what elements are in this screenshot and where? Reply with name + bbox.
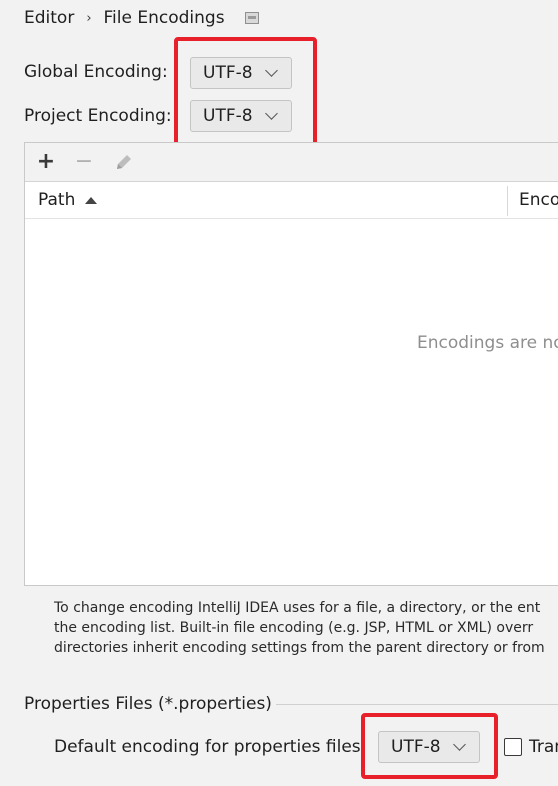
chevron-down-icon <box>264 107 278 120</box>
chevron-down-icon <box>452 738 466 751</box>
chevron-down-icon <box>264 64 278 77</box>
properties-encoding-dropdown[interactable]: UTF-8 <box>378 731 480 763</box>
breadcrumb-file-encodings: File Encodings <box>103 8 225 28</box>
encoding-description: To change encoding IntelliJ IDEA uses fo… <box>54 598 545 658</box>
table-header: Path Enco <box>25 182 558 219</box>
column-header-path[interactable]: Path <box>38 182 98 218</box>
section-divider <box>276 704 558 705</box>
column-header-encoding-label: Enco <box>519 190 558 210</box>
project-level-icon <box>244 12 259 24</box>
breadcrumb: Editor › File Encodings <box>24 6 259 30</box>
description-line: To change encoding IntelliJ IDEA uses fo… <box>54 600 541 616</box>
breadcrumb-separator-icon: › <box>86 10 92 26</box>
column-header-path-label: Path <box>38 190 76 210</box>
add-icon[interactable]: + <box>33 149 59 175</box>
global-encoding-label: Global Encoding: <box>24 62 168 82</box>
description-line: the encoding list. Built-in file encodin… <box>54 620 534 636</box>
table-toolbar: + − <box>25 143 558 182</box>
encodings-table-panel: + − Path Enco Encodings are no <box>24 142 558 586</box>
transparent-native-ascii-label[interactable]: Tran <box>529 737 558 757</box>
global-encoding-dropdown[interactable]: UTF-8 <box>190 57 292 89</box>
file-encodings-settings-page: Editor › File Encodings Global Encoding:… <box>0 0 558 786</box>
properties-encoding-value: UTF-8 <box>391 737 441 757</box>
pencil-icon[interactable] <box>111 149 137 175</box>
column-divider[interactable] <box>507 186 508 216</box>
column-header-encoding[interactable]: Enco <box>519 182 558 218</box>
remove-icon[interactable]: − <box>71 149 97 175</box>
properties-section-title: Properties Files (*.properties) <box>24 694 272 714</box>
properties-default-encoding-label: Default encoding for properties files: <box>54 737 367 757</box>
highlight-box-encodings <box>174 37 317 152</box>
transparent-native-ascii-checkbox[interactable] <box>504 738 522 756</box>
table-empty-text: Encodings are no <box>417 333 558 353</box>
project-encoding-dropdown[interactable]: UTF-8 <box>190 100 292 132</box>
global-encoding-value: UTF-8 <box>203 63 253 83</box>
pencil-icon-graphic <box>117 155 131 169</box>
project-encoding-value: UTF-8 <box>203 106 253 126</box>
project-encoding-label: Project Encoding: <box>24 106 172 126</box>
sort-ascending-icon <box>85 196 98 204</box>
breadcrumb-editor[interactable]: Editor <box>24 8 74 28</box>
description-line: directories inherit encoding settings fr… <box>54 640 545 656</box>
